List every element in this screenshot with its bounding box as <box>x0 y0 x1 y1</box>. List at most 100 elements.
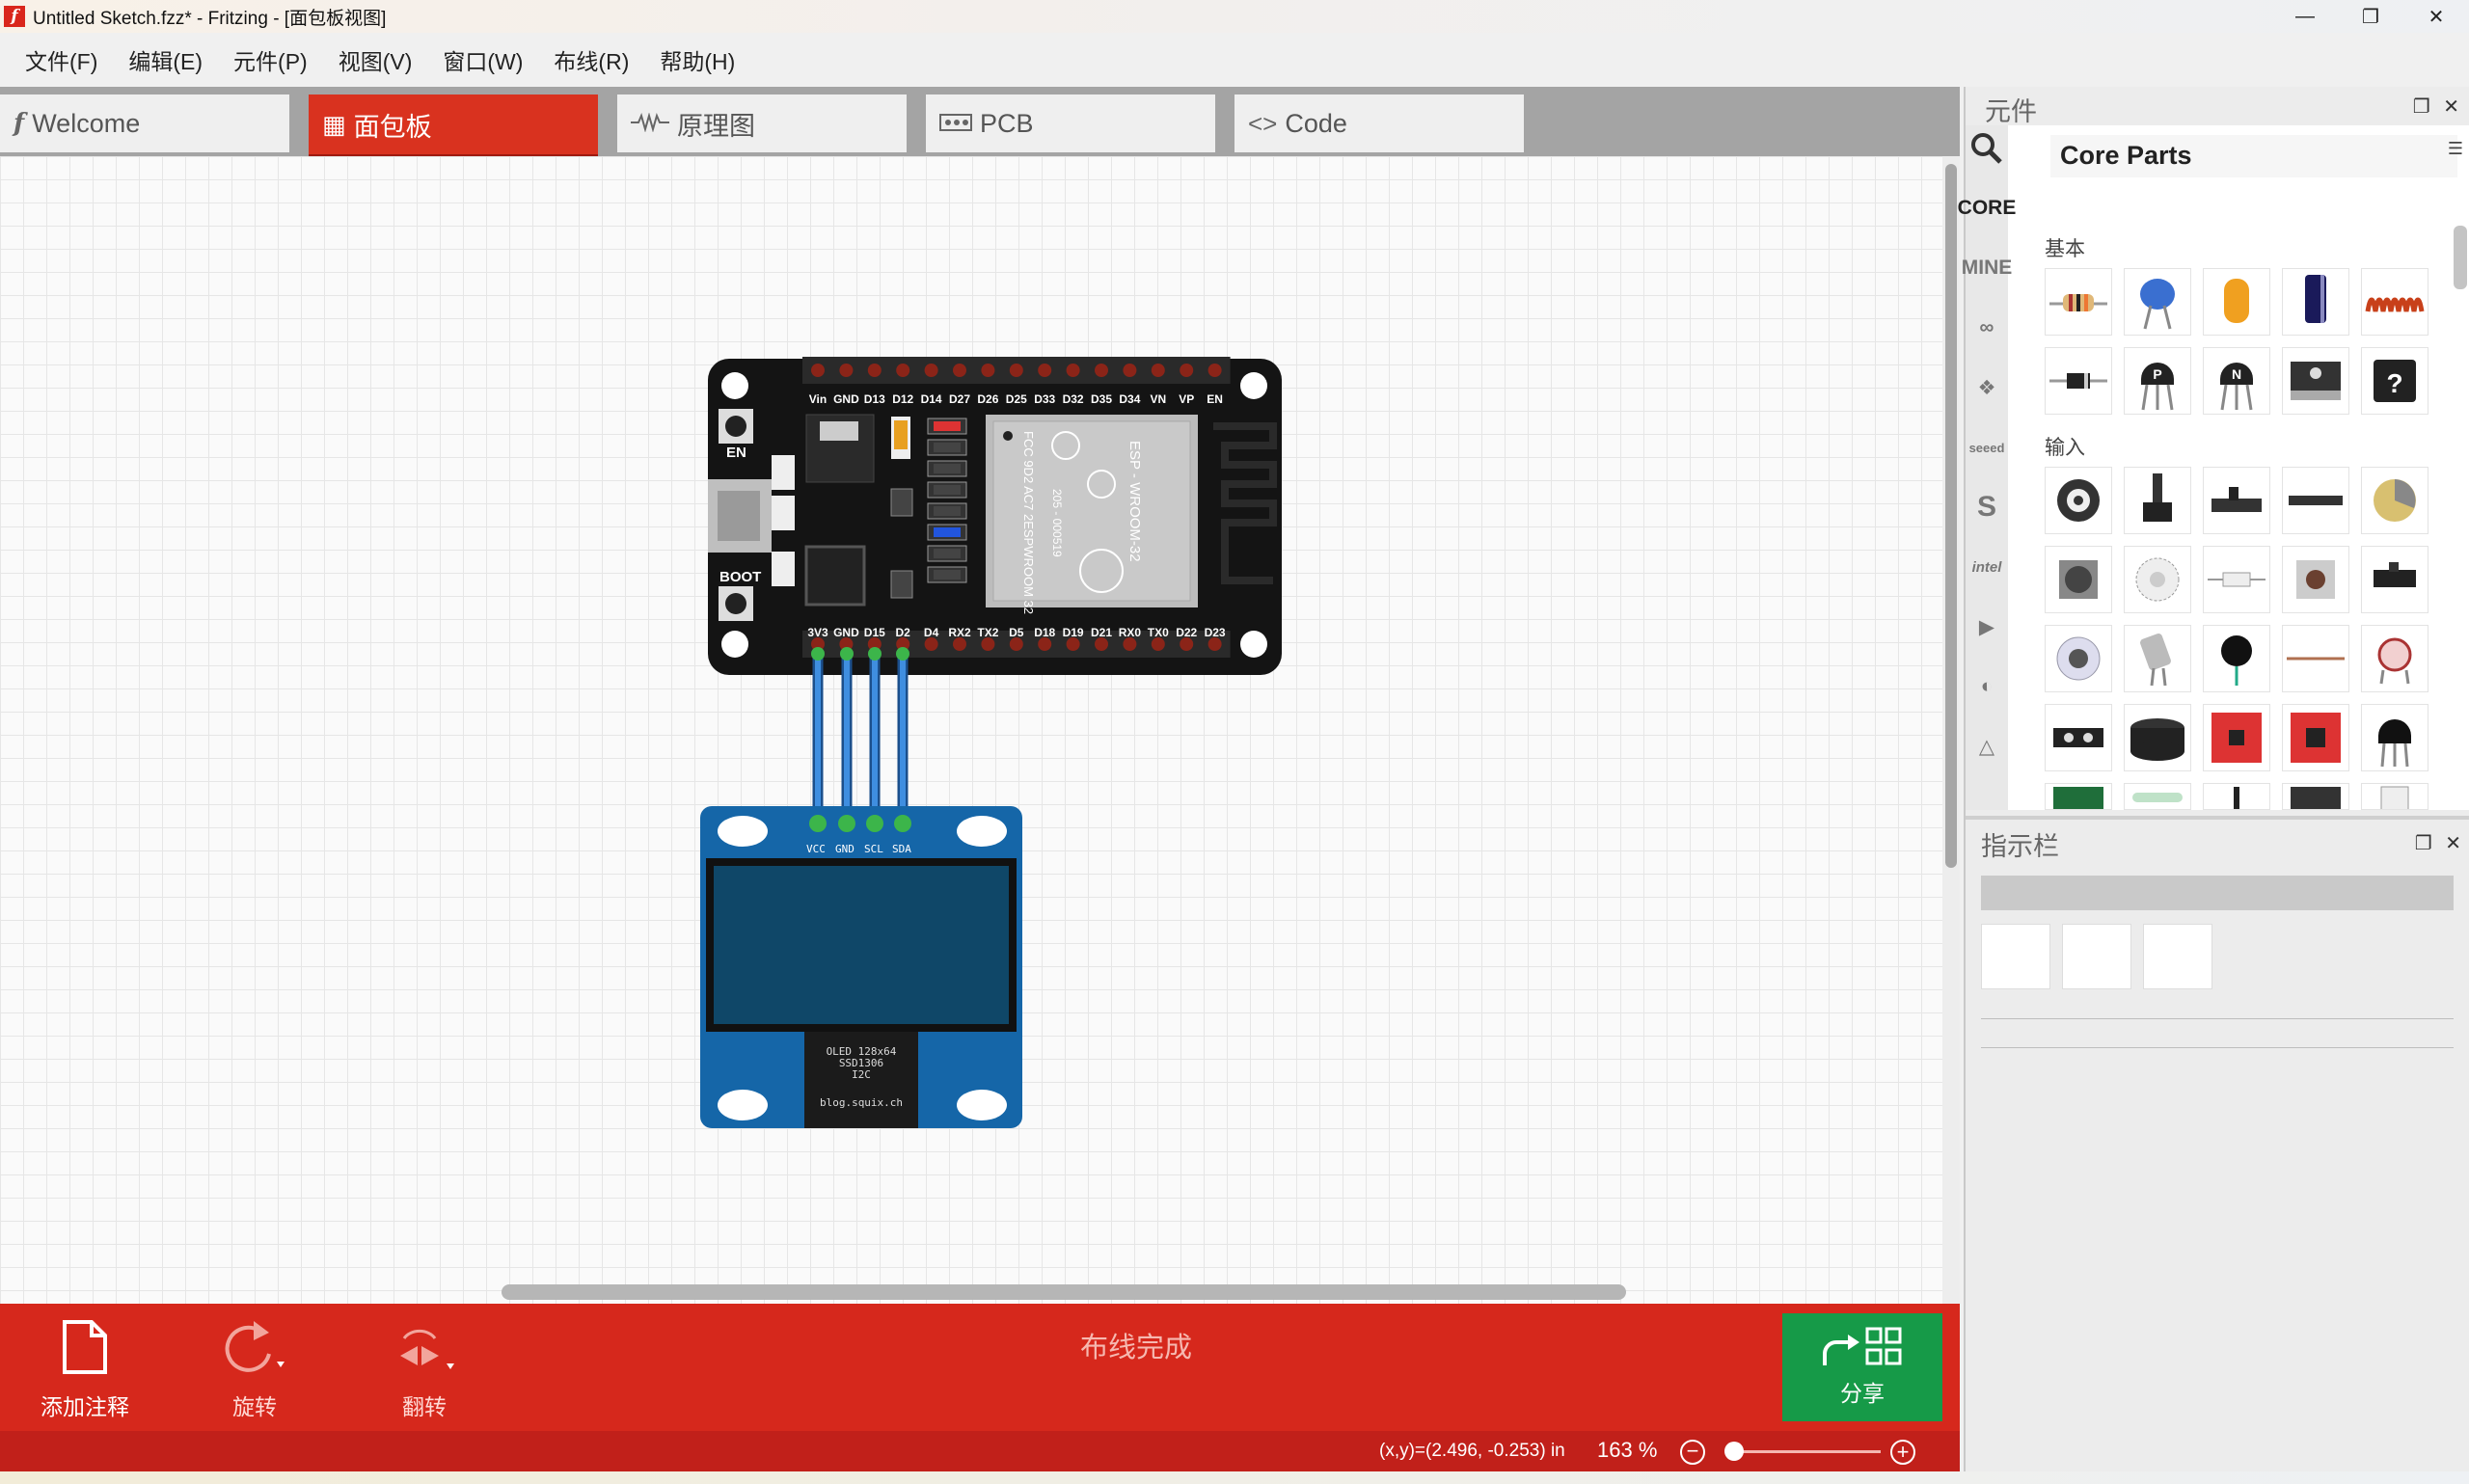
sparkfun-icon[interactable]: S <box>1967 488 2006 526</box>
restore-icon[interactable]: ❐ <box>2338 0 2403 33</box>
header-pin[interactable] <box>981 364 995 377</box>
seeed-icon[interactable]: seeed <box>1967 428 2006 467</box>
menu-window[interactable]: 窗口(W) <box>437 40 529 80</box>
header-pin[interactable] <box>1009 637 1023 651</box>
header-pin[interactable] <box>1207 364 1222 377</box>
fritzing-bin-icon[interactable]: ❖ <box>1967 368 2006 407</box>
close-panel-icon[interactable]: ✕ <box>2443 96 2459 118</box>
bin-tab-core[interactable]: CORE <box>1958 189 2017 228</box>
part-humidity-sensor[interactable] <box>2361 783 2428 810</box>
inspector-close-icon[interactable]: ✕ <box>2445 833 2461 854</box>
header-pin[interactable] <box>1066 637 1080 651</box>
menu-help[interactable]: 帮助(H) <box>654 40 741 80</box>
part-ir-sensor[interactable] <box>2045 704 2112 771</box>
header-pin[interactable] <box>1038 637 1052 651</box>
part-rfid[interactable] <box>2282 783 2349 810</box>
part-slide-pot[interactable] <box>2203 467 2270 534</box>
header-pin[interactable] <box>1151 637 1165 651</box>
header-pin[interactable] <box>1123 637 1137 651</box>
part-linear-pot[interactable] <box>2282 467 2349 534</box>
zoom-slider-handle[interactable] <box>1724 1442 1744 1461</box>
breadboard-canvas[interactable]: EN BOOT ESP - WROOM-32 FCC 9D2 AC7 2ESPW… <box>0 156 1942 1304</box>
canvas-vscroll-thumb[interactable] <box>1945 164 1957 868</box>
part-fet[interactable] <box>2282 347 2349 415</box>
minimize-icon[interactable]: — <box>2272 0 2338 33</box>
header-pin[interactable] <box>1095 364 1108 377</box>
header-pin[interactable] <box>1095 637 1108 651</box>
oled-display[interactable]: VCC GND SCL SDA OLED 128x64 SSD1306 I2C … <box>700 806 1022 1128</box>
header-pin[interactable] <box>1038 364 1052 377</box>
canvas-hscroll-thumb[interactable] <box>502 1284 1626 1300</box>
part-tantalum-capacitor[interactable] <box>2203 268 2270 336</box>
float-icon[interactable]: ❐ <box>2413 96 2430 118</box>
header-pin[interactable] <box>1180 364 1194 377</box>
header-pin[interactable] <box>953 364 966 377</box>
header-pin[interactable] <box>1180 637 1194 651</box>
tab-welcome[interactable]: f Welcome <box>0 94 289 152</box>
bin-tab-mine[interactable]: MINE <box>1962 249 2013 287</box>
play-icon[interactable]: ▶ <box>1967 607 2006 646</box>
part-probe[interactable] <box>2203 783 2270 810</box>
part-rotary-encoder[interactable] <box>2124 546 2191 613</box>
part-resistor[interactable] <box>2045 268 2112 336</box>
part-electrolytic-capacitor[interactable] <box>2282 268 2349 336</box>
header-pin[interactable] <box>1151 364 1165 377</box>
part-photocell[interactable] <box>2361 625 2428 692</box>
header-pin[interactable] <box>924 637 938 651</box>
part-thermistor[interactable] <box>2203 625 2270 692</box>
part-npn-transistor[interactable]: N <box>2203 347 2270 415</box>
header-pin[interactable] <box>1066 364 1080 377</box>
menu-part[interactable]: 元件(P) <box>228 40 313 80</box>
bin-menu-icon[interactable]: ☰ <box>2448 139 2463 159</box>
arduino-icon[interactable]: ∞ <box>1967 309 2006 347</box>
zoom-out-icon[interactable]: − <box>1680 1440 1705 1465</box>
menu-routing[interactable]: 布线(R) <box>548 40 635 80</box>
header-pin[interactable] <box>924 364 938 377</box>
header-pin[interactable] <box>1207 637 1222 651</box>
part-inductor[interactable] <box>2361 268 2428 336</box>
intel-icon[interactable]: intel <box>1967 548 2006 586</box>
header-pin[interactable] <box>1123 364 1137 377</box>
header-pin[interactable] <box>896 364 910 377</box>
part-tilt-sensor[interactable] <box>2124 625 2191 692</box>
part-potentiometer[interactable] <box>2045 467 2112 534</box>
part-pnp-transistor[interactable]: P <box>2124 347 2191 415</box>
inspector-float-icon[interactable]: ❐ <box>2415 833 2432 854</box>
share-button[interactable]: 分享 <box>1782 1313 1942 1421</box>
part-piezo-knob[interactable] <box>2361 467 2428 534</box>
part-accelerometer[interactable] <box>2203 704 2270 771</box>
part-temp-sensor[interactable] <box>2361 704 2428 771</box>
esp32-board[interactable]: EN BOOT ESP - WROOM-32 FCC 9D2 AC7 2ESPW… <box>708 357 1282 675</box>
tab-pcb[interactable]: PCB <box>926 94 1215 152</box>
header-pin[interactable] <box>953 637 966 651</box>
part-pushbutton[interactable] <box>2282 546 2349 613</box>
part-rotary-pot[interactable] <box>2124 467 2191 534</box>
bell-icon[interactable]: ◐ <box>1967 667 2006 706</box>
zoom-in-icon[interactable]: + <box>1890 1440 1915 1465</box>
header-pin[interactable] <box>867 364 882 377</box>
part-microphone[interactable] <box>2124 704 2191 771</box>
zoom-slider[interactable] <box>1726 1450 1881 1453</box>
parts-scrollbar[interactable] <box>2454 226 2467 289</box>
tab-code[interactable]: <> Code <box>1234 94 1524 152</box>
part-sensor-board[interactable] <box>2282 704 2349 771</box>
rotate-button[interactable]: 旋转 <box>187 1313 322 1421</box>
part-trimmer[interactable] <box>2045 546 2112 613</box>
part-mystery[interactable]: ? <box>2361 347 2428 415</box>
part-ceramic-capacitor[interactable] <box>2124 268 2191 336</box>
part-keypad-encoder[interactable] <box>2045 625 2112 692</box>
menu-view[interactable]: 视图(V) <box>333 40 419 80</box>
part-diode[interactable] <box>2045 347 2112 415</box>
header-pin[interactable] <box>981 637 995 651</box>
tab-schematic[interactable]: 原理图 <box>617 94 907 152</box>
menu-edit[interactable]: 编辑(E) <box>122 40 208 80</box>
part-wire-sensor[interactable] <box>2282 625 2349 692</box>
search-icon[interactable] <box>1967 129 2006 168</box>
add-note-button[interactable]: 添加注释 <box>17 1313 152 1421</box>
part-reed-switch[interactable] <box>2203 546 2270 613</box>
header-pin[interactable] <box>839 364 854 377</box>
header-pin[interactable] <box>1009 364 1023 377</box>
flip-button[interactable]: 翻转 <box>357 1313 492 1421</box>
misc-icon[interactable]: △ <box>1967 727 2006 766</box>
part-green-module[interactable] <box>2045 783 2112 810</box>
